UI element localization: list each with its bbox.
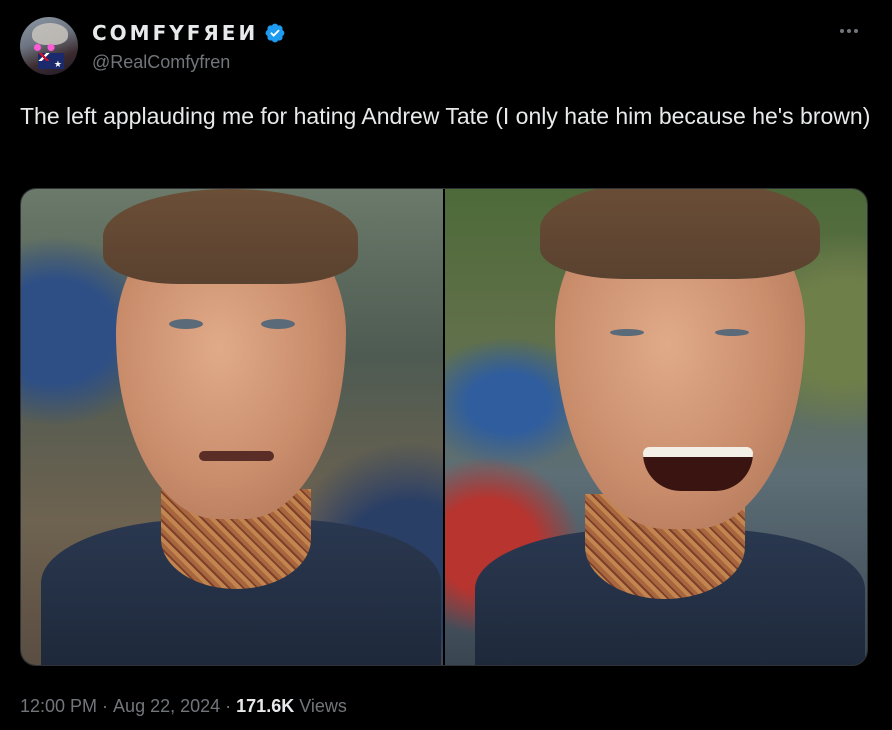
australia-flag-icon bbox=[38, 53, 64, 70]
tweet-media[interactable] bbox=[20, 188, 868, 666]
man-neutral-expression-image[interactable] bbox=[21, 189, 445, 665]
tweet-meta: 12:00 PM · Aug 22, 2024 · 171.6K Views bbox=[20, 693, 347, 719]
tweet-date[interactable]: Aug 22, 2024 bbox=[113, 696, 220, 717]
tweet-time[interactable]: 12:00 PM bbox=[20, 696, 97, 717]
avatar-hair bbox=[32, 23, 68, 45]
author-display-name[interactable]: COMFYFЯEИ bbox=[92, 21, 258, 45]
author-name-row: COMFYFЯEИ bbox=[92, 19, 286, 47]
meta-separator: · bbox=[97, 695, 114, 716]
avatar-glowing-eyes bbox=[30, 43, 60, 52]
tweet: COMFYFЯEИ @RealComfyfren The left applau… bbox=[0, 0, 892, 730]
man-smiling-image[interactable] bbox=[445, 189, 867, 665]
more-options-icon[interactable] bbox=[840, 24, 866, 38]
author-handle[interactable]: @RealComfyfren bbox=[92, 52, 230, 73]
views-label: Views bbox=[294, 695, 347, 716]
meta-separator: · bbox=[220, 695, 237, 716]
verified-badge-icon bbox=[265, 23, 285, 43]
views-count: 171.6K bbox=[236, 695, 295, 716]
tweet-text: The left applauding me for hating Andrew… bbox=[20, 103, 871, 129]
avatar[interactable] bbox=[20, 17, 78, 75]
